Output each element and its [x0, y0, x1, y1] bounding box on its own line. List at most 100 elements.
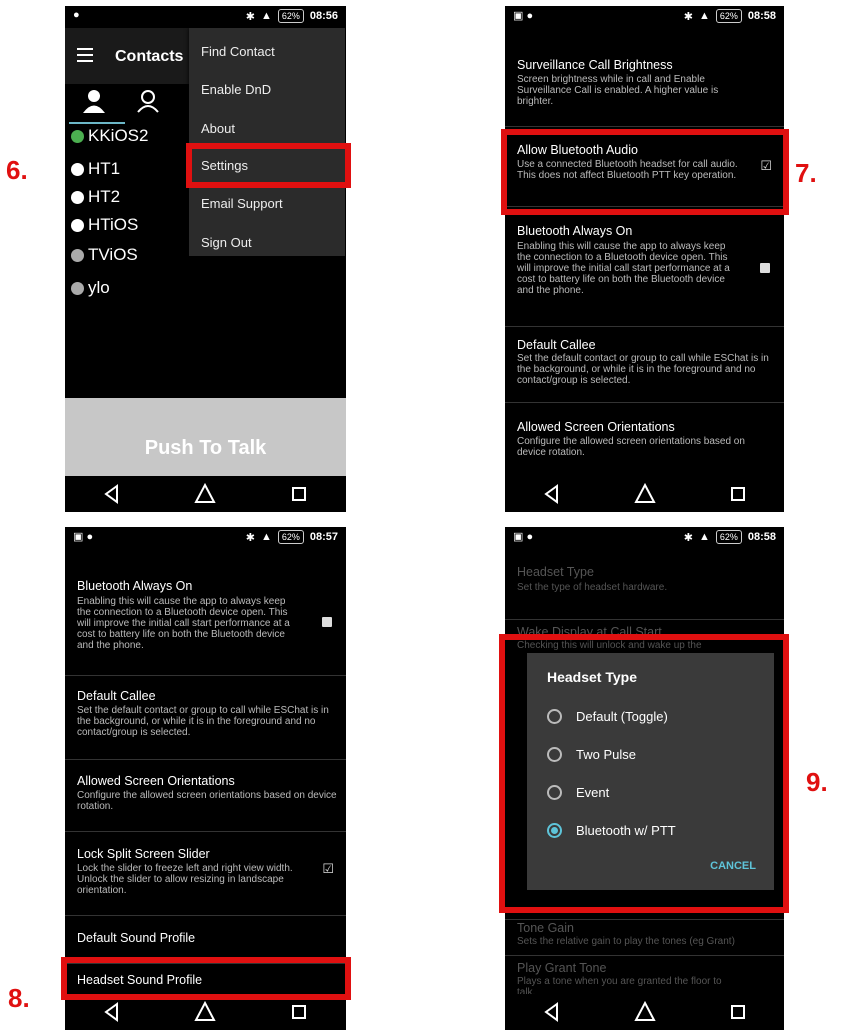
recents-icon[interactable]	[726, 1000, 750, 1024]
highlight-box-headset-type-dialog	[499, 634, 789, 913]
pref-default-callee[interactable]: Default Callee Set the default contact o…	[65, 675, 346, 760]
tab-contacts-person-icon[interactable]	[81, 88, 107, 114]
pref-summary: Enabling this will cause the app to alwa…	[517, 241, 730, 296]
bluetooth-icon: ✱	[683, 10, 693, 23]
pref-title: Allowed Screen Orientations	[77, 774, 235, 788]
menu-item-email-support[interactable]: Email Support	[201, 196, 283, 211]
page-title: Contacts	[115, 48, 184, 65]
status-time: 08:57	[309, 531, 338, 543]
overflow-menu: Find Contact Enable DnD About Settings E…	[189, 28, 345, 256]
contact-item-1[interactable]: HT1	[71, 159, 120, 179]
pref-allowed-screen-orientations[interactable]: Allowed Screen Orientations Configure th…	[505, 402, 784, 472]
pref-play-grant-tone[interactable]: Play Grant Tone Plays a tone when you ar…	[505, 955, 784, 998]
pref-summary: Screen brightness while in call and Enab…	[517, 74, 719, 107]
recents-icon[interactable]	[287, 482, 311, 506]
pref-summary: Sets the relative gain to play the tones…	[517, 936, 735, 947]
back-icon[interactable]	[100, 1000, 124, 1024]
menu-item-find-contact[interactable]: Find Contact	[201, 44, 275, 59]
signal-icon: ▲	[260, 10, 272, 22]
bluetooth-icon: ✱	[245, 10, 255, 23]
back-icon[interactable]	[540, 1000, 564, 1024]
pref-title: Default Callee	[517, 338, 596, 352]
status-bar: ● ✱ ▲ 62% 08:56	[65, 6, 346, 28]
back-icon[interactable]	[100, 482, 124, 506]
status-icons-left: ▣ ●	[513, 531, 534, 543]
checkbox-checked-icon[interactable]: ☑	[322, 861, 334, 877]
home-icon[interactable]	[633, 482, 657, 506]
step-label-6: 6.	[6, 155, 28, 185]
presence-dot	[71, 129, 84, 143]
dnd-icon	[71, 218, 84, 232]
battery-indicator: 62%	[715, 530, 742, 544]
signal-icon: ▲	[698, 531, 710, 543]
hamburger-menu-icon[interactable]	[77, 48, 93, 62]
menu-item-enable-dnd[interactable]: Enable DnD	[201, 82, 271, 97]
contact-name: HTiOS	[88, 215, 139, 234]
pref-title: Default Callee	[77, 689, 156, 703]
dnd-icon	[71, 162, 84, 176]
step-label-8: 8.	[8, 983, 30, 1013]
checkbox-unchecked[interactable]	[760, 263, 770, 273]
step-label-9: 9.	[806, 767, 828, 797]
app-notification-icon: ●	[73, 9, 80, 21]
contact-name: TViOS	[88, 245, 138, 264]
pref-allowed-screen-orientations[interactable]: Allowed Screen Orientations Configure th…	[65, 759, 346, 832]
battery-indicator: 62%	[277, 530, 304, 544]
pref-summary: Set the default contact or group to call…	[77, 705, 329, 738]
menu-item-about[interactable]: About	[201, 121, 235, 136]
recents-icon[interactable]	[287, 1000, 311, 1024]
contact-item-5[interactable]: ylo	[71, 278, 110, 298]
contact-tabs	[65, 84, 193, 126]
presence-dot	[71, 281, 84, 295]
pref-bluetooth-always-on[interactable]: Bluetooth Always On Enabling this will c…	[505, 206, 784, 327]
pref-title: Headset Type	[517, 565, 594, 579]
pref-summary: Set the default contact or group to call…	[517, 353, 769, 386]
nav-bar	[65, 476, 346, 512]
dnd-icon	[71, 190, 84, 204]
presence-dot	[71, 248, 84, 262]
tab-groups-icon[interactable]	[135, 88, 161, 114]
checkbox-unchecked[interactable]	[322, 617, 332, 627]
pref-surveillance-call-brightness[interactable]: Surveillance Call Brightness Screen brig…	[505, 28, 784, 127]
status-bar: ▣ ● ✱ ▲ 62% 08:58	[505, 6, 784, 28]
pref-title: Bluetooth Always On	[517, 224, 633, 238]
pref-title: Surveillance Call Brightness	[517, 58, 673, 72]
pref-title: Default Sound Profile	[77, 931, 196, 945]
pref-title: Play Grant Tone	[517, 961, 607, 975]
pref-headset-type[interactable]: Headset Type Set the type of headset har…	[505, 549, 784, 620]
contact-name: HT2	[88, 187, 121, 206]
signal-icon: ▲	[698, 10, 710, 22]
menu-item-sign-out[interactable]: Sign Out	[201, 235, 252, 250]
pref-summary: Lock the slider to freeze left and right…	[77, 863, 293, 896]
nav-bar	[505, 476, 784, 512]
status-icons-left: ▣ ●	[513, 10, 534, 22]
pref-summary: Enabling this will cause the app to alwa…	[77, 596, 290, 651]
highlight-box-headset-sound-profile	[61, 957, 351, 1000]
pref-lock-split-screen-slider[interactable]: Lock Split Screen Slider Lock the slider…	[65, 831, 346, 916]
pref-default-callee[interactable]: Default Callee Set the default contact o…	[505, 326, 784, 403]
highlight-box-settings	[186, 143, 351, 188]
nav-bar	[505, 994, 784, 1030]
recents-icon[interactable]	[726, 482, 750, 506]
contact-item-2[interactable]: HT2	[71, 187, 120, 207]
pref-title: Lock Split Screen Slider	[77, 847, 210, 861]
home-icon[interactable]	[193, 1000, 217, 1024]
status-time: 08:58	[747, 10, 776, 22]
battery-indicator: 62%	[715, 9, 742, 23]
status-icons-left: ▣ ●	[73, 531, 94, 543]
pref-summary: Configure the allowed screen orientation…	[77, 790, 337, 812]
step-label-7: 7.	[795, 158, 817, 188]
contact-item-3[interactable]: HTiOS	[71, 215, 138, 235]
back-icon[interactable]	[540, 482, 564, 506]
contact-item-0[interactable]: KKiOS2	[71, 126, 148, 146]
home-icon[interactable]	[193, 482, 217, 506]
status-bar: ▣ ● ✱ ▲ 62% 08:58	[505, 527, 784, 549]
pref-bluetooth-always-on[interactable]: Bluetooth Always On Enabling this will c…	[65, 549, 346, 676]
app-bar: Contacts	[65, 28, 193, 84]
home-icon[interactable]	[633, 1000, 657, 1024]
highlight-box-allow-bluetooth-audio	[501, 129, 789, 215]
contact-item-4[interactable]: TViOS	[71, 245, 138, 265]
pref-tone-gain[interactable]: Tone Gain Sets the relative gain to play…	[505, 919, 784, 956]
pref-title: Bluetooth Always On	[77, 579, 193, 593]
status-time: 08:56	[309, 10, 338, 22]
